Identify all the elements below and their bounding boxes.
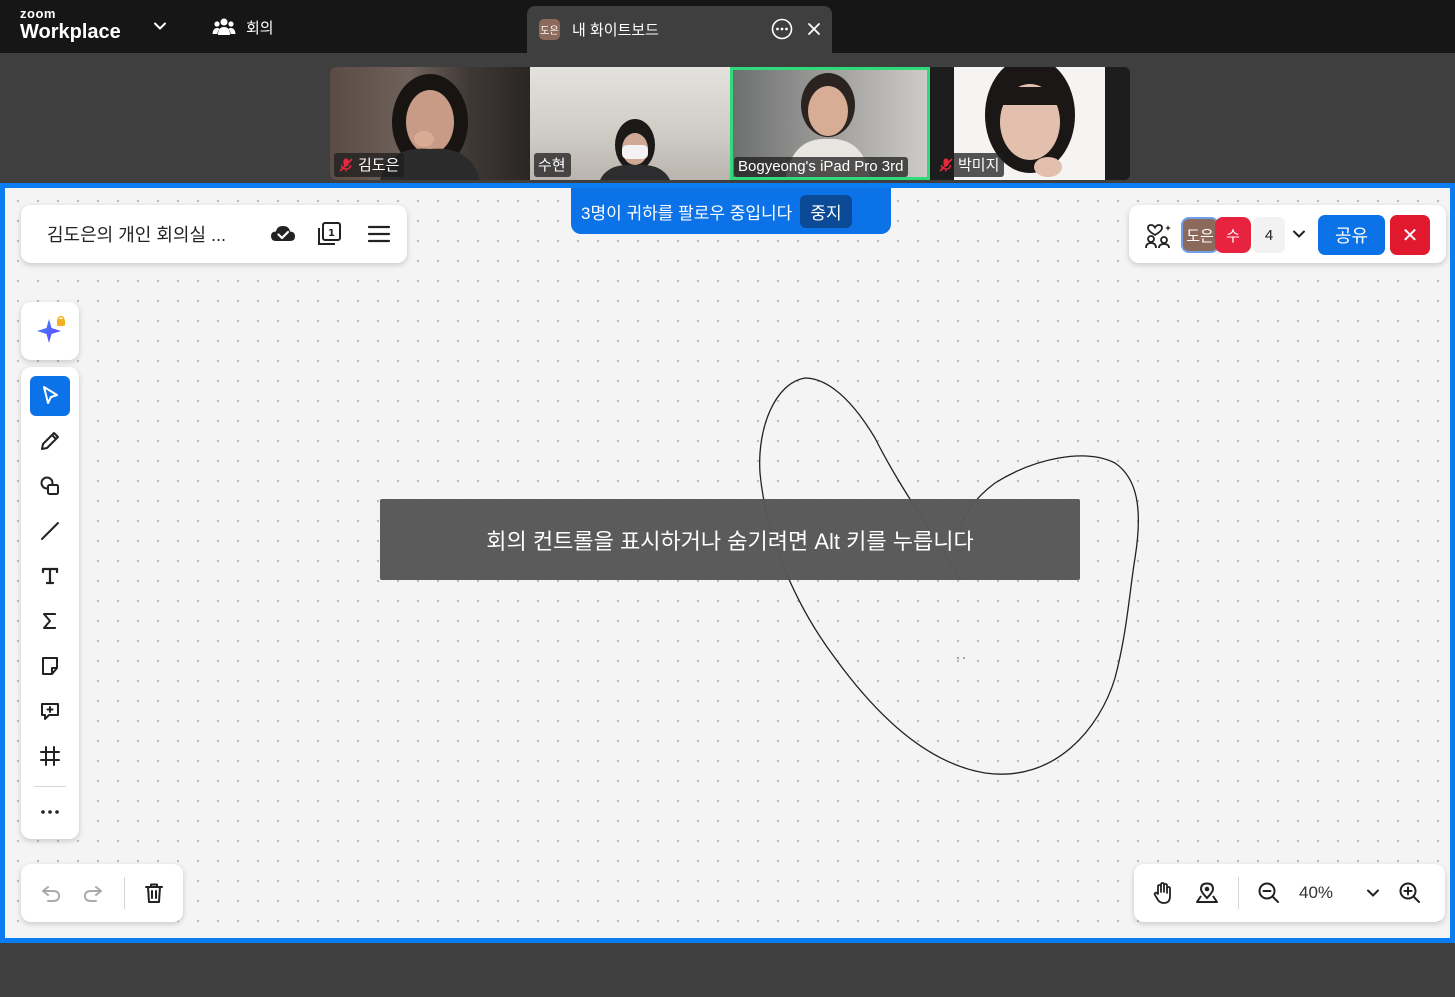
mic-off-icon	[939, 157, 953, 172]
close-whiteboard-button[interactable]: ✕	[1390, 215, 1430, 255]
whiteboard-canvas[interactable]: 김도은의 개인 회의실 ... 1 3명이 귀하를 팔로우 중입니다 중지 도은…	[0, 183, 1455, 943]
avatar: 도은	[539, 19, 560, 40]
chevron-down-icon[interactable]	[1290, 225, 1308, 243]
cloud-saved-icon[interactable]	[269, 220, 297, 248]
undo-icon[interactable]	[39, 881, 63, 905]
ai-sparkle-icon[interactable]	[35, 315, 67, 347]
people-icon	[212, 18, 236, 35]
collaborators-icon[interactable]	[1144, 220, 1174, 250]
video-tile[interactable]: 김도은	[330, 67, 530, 180]
frame-icon	[40, 746, 60, 766]
video-strip: 김도은 수현 Bogyeong's iPad Pro 3rd 박미지	[330, 67, 1130, 180]
zoom-level[interactable]: 40%	[1299, 883, 1333, 903]
avatar[interactable]: 도은	[1181, 217, 1219, 253]
close-icon[interactable]	[805, 20, 823, 38]
chevron-down-icon[interactable]	[1361, 881, 1385, 905]
hand-icon[interactable]	[1150, 880, 1176, 906]
participant-name: 수현	[534, 153, 571, 177]
line-tool[interactable]	[30, 511, 70, 551]
text-tool[interactable]	[30, 556, 70, 596]
map-pin-icon[interactable]	[1194, 880, 1220, 906]
participant-count[interactable]: 4	[1253, 217, 1285, 253]
select-tool[interactable]	[30, 376, 70, 416]
more-icon[interactable]	[771, 18, 793, 40]
tab-meeting[interactable]: 회의	[212, 14, 274, 40]
zoom-out-icon[interactable]	[1256, 880, 1282, 906]
page-title[interactable]: 김도은의 개인 회의실 ...	[47, 221, 269, 247]
divider	[34, 786, 66, 787]
avatar[interactable]: 수	[1215, 217, 1251, 253]
follow-banner: 3명이 귀하를 팔로우 중입니다 중지	[571, 188, 891, 234]
stop-following-button[interactable]: 중지	[800, 194, 852, 228]
more-icon	[41, 810, 59, 814]
redo-icon[interactable]	[81, 881, 105, 905]
frame-tool[interactable]	[30, 736, 70, 776]
divider	[124, 877, 125, 909]
shapes-tool[interactable]	[30, 466, 70, 506]
line-icon	[41, 522, 59, 540]
sigma-icon	[43, 613, 56, 629]
sticky-note-tool[interactable]	[30, 646, 70, 686]
comment-tool[interactable]	[30, 691, 70, 731]
follow-banner-text: 3명이 귀하를 팔로우 중입니다	[581, 203, 793, 223]
video-tile[interactable]: 수현	[530, 67, 730, 180]
participant-name: 김도은	[334, 153, 405, 177]
pencil-icon	[41, 432, 59, 450]
toolbar	[21, 367, 79, 839]
top-bar: zoom Workplace 회의 도은 내 화이트보드	[0, 0, 1455, 53]
share-button[interactable]: 공유	[1318, 215, 1385, 255]
participant-name: Bogyeong's iPad Pro 3rd	[734, 157, 909, 177]
video-tile[interactable]: 박미지	[930, 67, 1130, 180]
text-icon	[41, 567, 59, 585]
zoom-panel: 40%	[1134, 864, 1445, 922]
sticky-note-icon	[42, 657, 58, 675]
collaboration-panel: 도은 수 4 공유 ✕	[1129, 205, 1446, 263]
history-panel	[21, 864, 183, 922]
mic-off-icon	[339, 157, 353, 172]
pages-icon[interactable]: 1	[315, 220, 343, 248]
zoom-logo: zoom Workplace	[20, 6, 121, 44]
tab-whiteboard-label: 내 화이트보드	[572, 22, 659, 39]
shapes-icon	[40, 476, 59, 495]
alt-key-hint-toast: 회의 컨트롤을 표시하거나 숨기려면 Alt 키를 누릅니다	[380, 499, 1080, 580]
cursor-icon	[43, 386, 58, 404]
participant-name: 박미지	[934, 153, 1005, 177]
formula-tool[interactable]	[30, 601, 70, 641]
tab-whiteboard[interactable]: 도은 내 화이트보드	[527, 6, 832, 53]
divider	[1238, 877, 1239, 909]
zoom-in-icon[interactable]	[1397, 880, 1423, 906]
comment-icon	[41, 703, 59, 720]
pen-tool[interactable]	[30, 421, 70, 461]
more-tool[interactable]	[30, 792, 70, 832]
chevron-down-icon[interactable]	[150, 16, 170, 36]
ai-companion-panel	[21, 302, 79, 360]
tab-meeting-label: 회의	[246, 19, 274, 37]
video-tile-active-speaker[interactable]: Bogyeong's iPad Pro 3rd	[730, 67, 930, 180]
menu-icon[interactable]	[365, 220, 393, 248]
whiteboard-title-panel: 김도은의 개인 회의실 ... 1	[21, 205, 407, 263]
trash-icon[interactable]	[142, 881, 166, 905]
svg-text:1: 1	[328, 228, 335, 239]
